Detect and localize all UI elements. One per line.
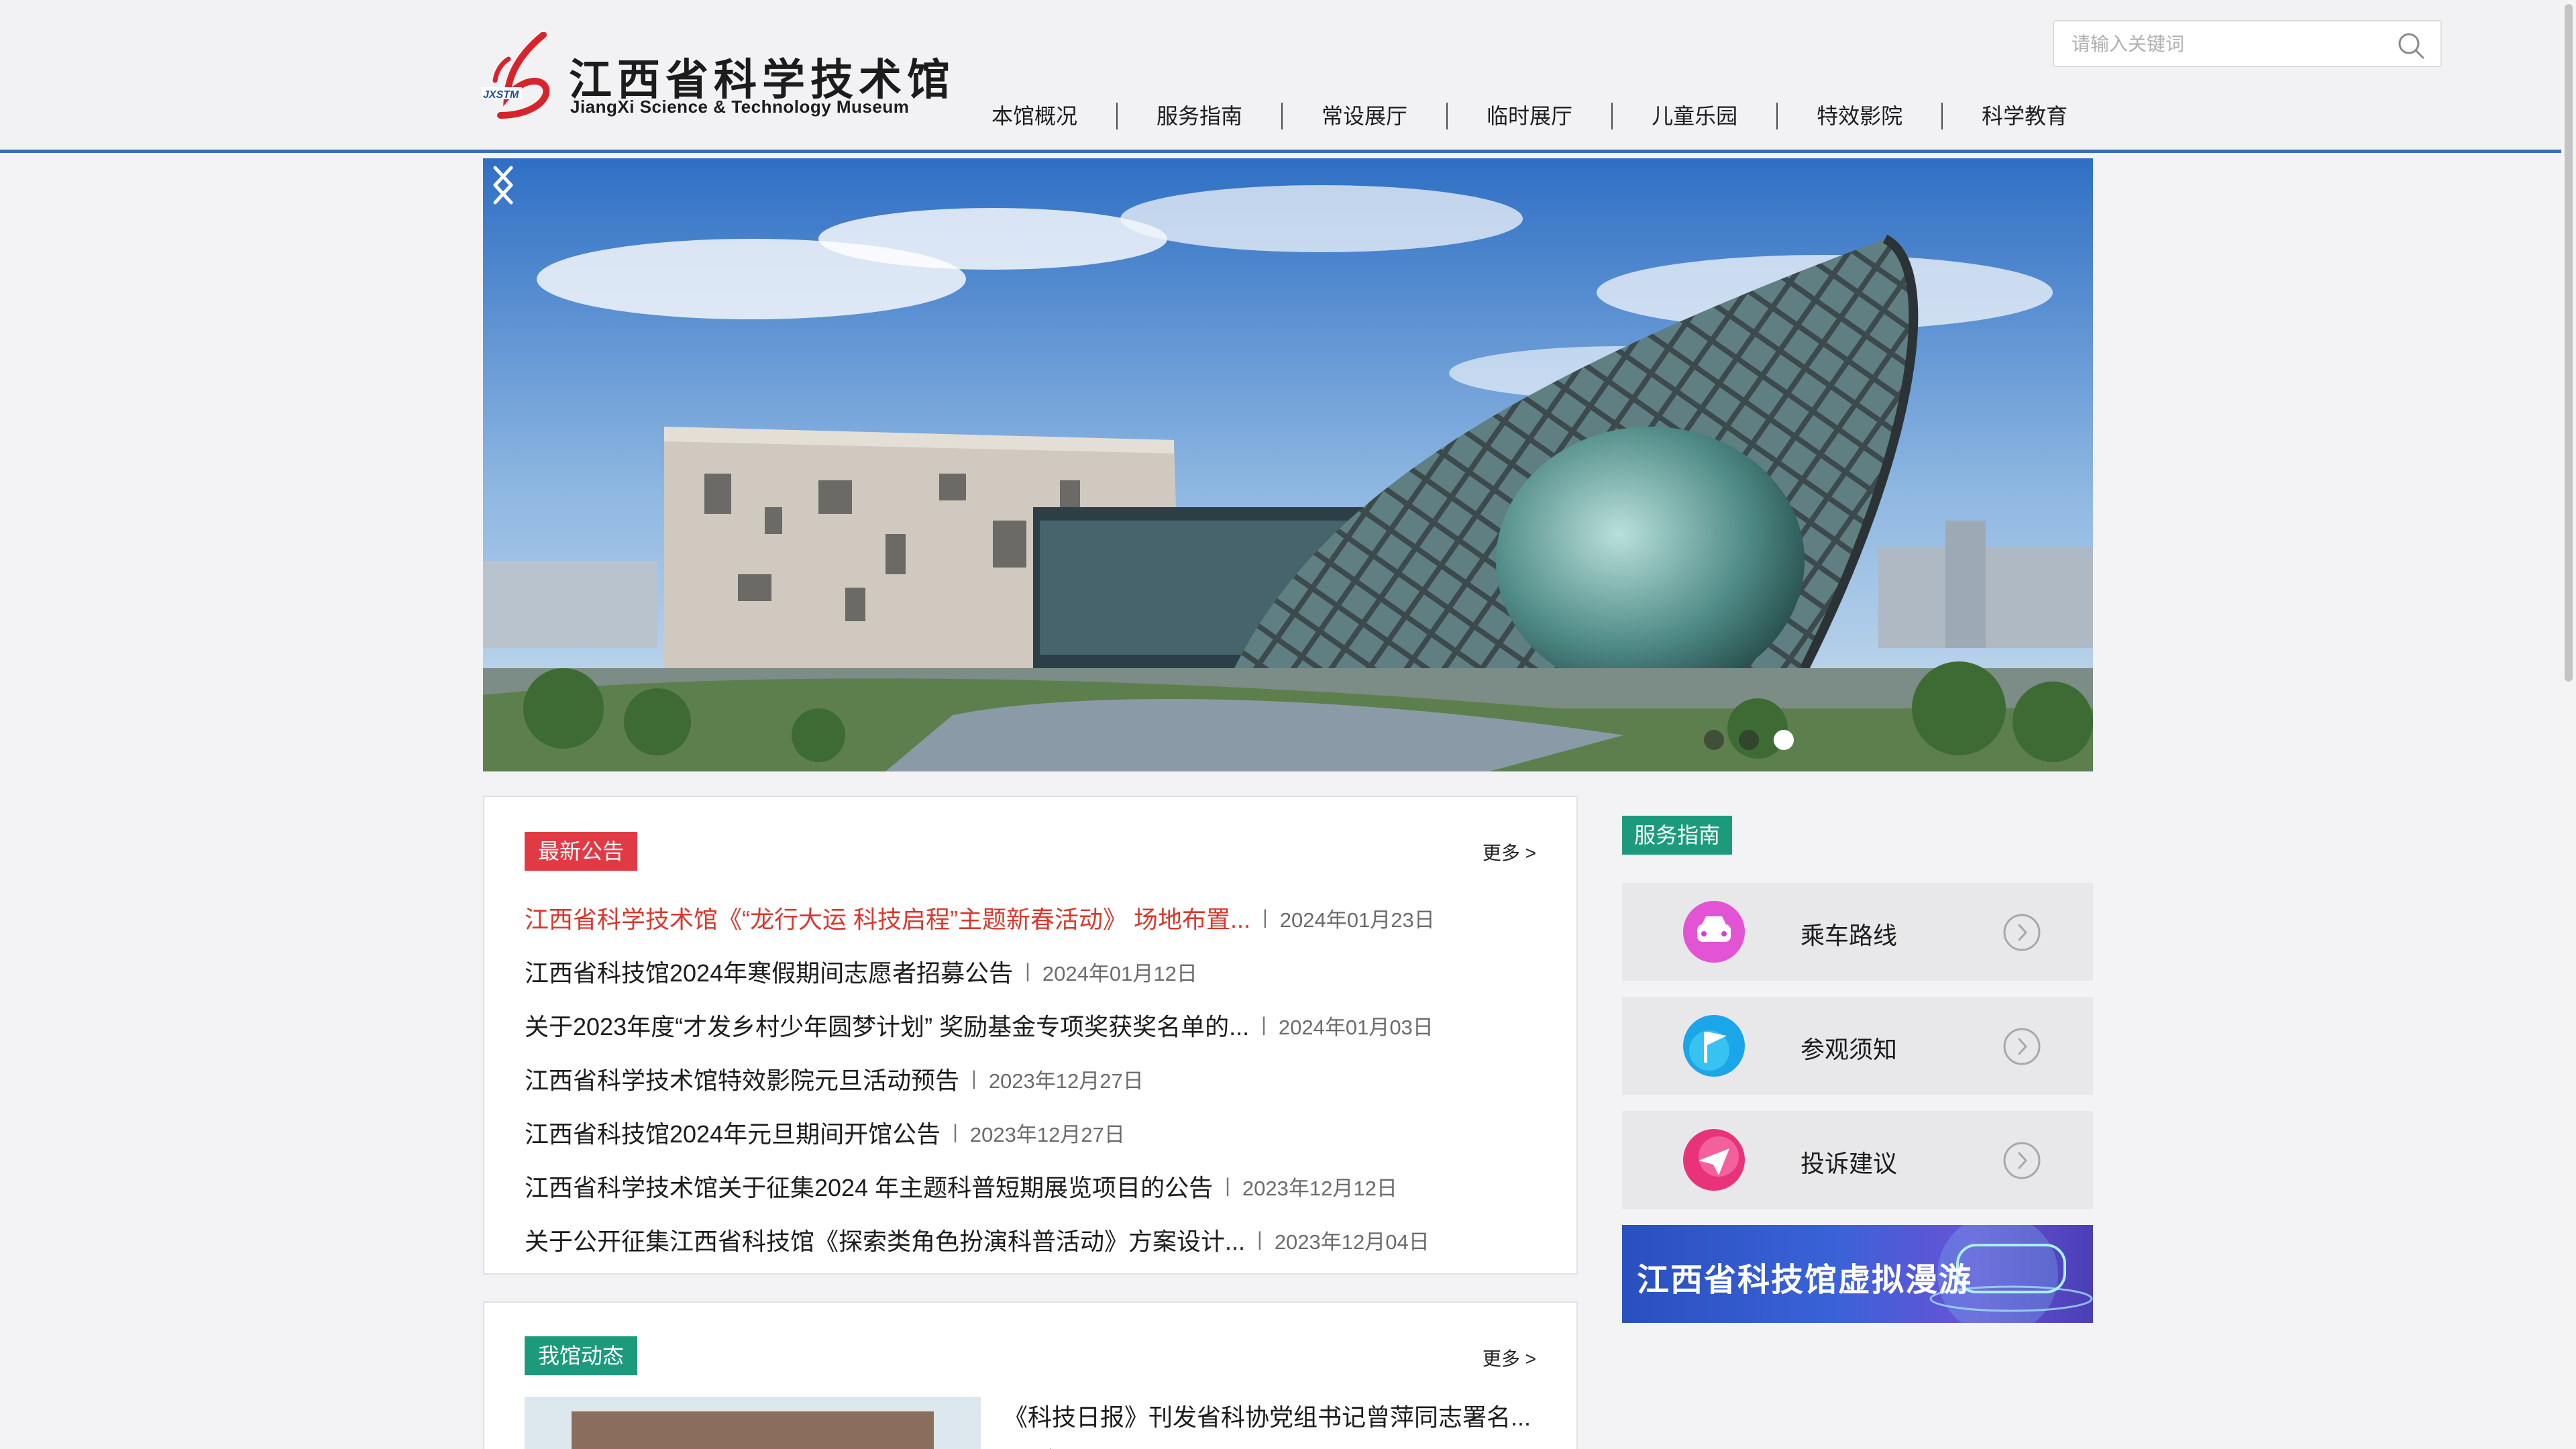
list-item: 关于2023年度“才发乡村少年圆梦计划” 奖励基金专项奖获奖名单的... | 2…	[525, 998, 1544, 1052]
logo-mark-icon: JXSTM	[482, 32, 550, 119]
site-header: JXSTM 江西省科学技术馆 JiangXi Science & Technol…	[0, 0, 2576, 153]
service-card-label: 投诉建议	[1801, 1150, 1898, 1177]
search-icon[interactable]	[2396, 31, 2426, 60]
carousel-dot-1[interactable]	[1704, 730, 1724, 750]
notice-panel: 最新公告 更多 > 江西省科学技术馆《“龙行大运 科技启程”主题新春活动》 场地…	[483, 796, 1578, 1275]
service-card-complaints[interactable]: 投诉建议	[1622, 1111, 2093, 1209]
search-box	[2053, 20, 2442, 67]
notice-title[interactable]: 江西省科学技术馆关于征集2024 年主题科普短期展览项目的公告	[525, 1169, 1213, 1203]
site-name-en: JiangXi Science & Technology Museum	[570, 97, 910, 117]
nav-item-special-cinema[interactable]: 特效影院	[1776, 103, 1941, 129]
service-card-label: 乘车路线	[1801, 922, 1898, 949]
main-nav: 本馆概况 服务指南 常设展厅 临时展厅 儿童乐园 特效影院 科学教育	[953, 101, 2106, 131]
virtual-tour-text: 江西省科技馆虚拟漫游	[1637, 1261, 1973, 1299]
list-item: 江西省科学技术馆《“龙行大运 科技启程”主题新春活动》 场地布置... | 20…	[525, 891, 1544, 945]
list-item: 江西省科技馆2024年寒假期间志愿者招募公告 | 2024年01月12日	[525, 945, 1544, 998]
notice-separator: |	[953, 1121, 958, 1143]
nav-item-service-guide[interactable]: 服务指南	[1116, 103, 1281, 129]
notice-date: 2023年12月12日	[1242, 1176, 1397, 1200]
news-thumbnail[interactable]	[525, 1397, 981, 1449]
notice-title[interactable]: 江西省科学技术馆特效影院元旦活动预告	[525, 1061, 959, 1096]
nav-item-permanent-halls[interactable]: 常设展厅	[1281, 103, 1446, 129]
virtual-tour-banner[interactable]: 江西省科技馆虚拟漫游	[1622, 1225, 2093, 1323]
carousel-dot-2[interactable]	[1739, 730, 1759, 750]
notice-title[interactable]: 江西省科技馆2024年元旦期间开馆公告	[525, 1115, 941, 1150]
notice-date: 2024年01月23日	[1279, 908, 1435, 932]
search-input[interactable]	[2072, 31, 2380, 58]
carousel-next-arrow-icon[interactable]	[483, 158, 523, 212]
news-date: 2023年12月15日	[1000, 1442, 1149, 1449]
service-card-label: 参观须知	[1801, 1036, 1898, 1063]
notice-separator: |	[1225, 1175, 1230, 1197]
notice-separator: |	[1263, 906, 1268, 928]
notice-title[interactable]: 江西省科技馆2024年寒假期间志愿者招募公告	[525, 954, 1013, 989]
flag-icon	[1683, 1015, 1745, 1077]
news-panel: 我馆动态 更多 > 《科技日报》刊发省科协党组书记曾萍同志署名... 2023年…	[483, 1301, 1578, 1449]
news-more-link[interactable]: 更多 >	[1483, 1344, 1536, 1371]
notice-separator: |	[1261, 1014, 1267, 1036]
nav-item-science-education[interactable]: 科学教育	[1941, 103, 2106, 129]
nav-item-temporary-halls[interactable]: 临时展厅	[1446, 103, 1611, 129]
send-icon	[1683, 1129, 1745, 1191]
car-icon	[1683, 901, 1745, 963]
chevron-right-circle-icon	[2003, 1142, 2041, 1179]
news-title[interactable]: 《科技日报》刊发省科协党组书记曾萍同志署名...	[1004, 1398, 1540, 1433]
notice-title[interactable]: 关于公开征集江西省科技馆《探索类角色扮演科普活动》方案设计...	[525, 1222, 1245, 1257]
news-tag: 我馆动态	[525, 1336, 638, 1375]
page-scrollbar[interactable]	[2561, 0, 2576, 1449]
news-thumbnail-photo	[572, 1411, 934, 1449]
list-item: 江西省科学技术馆特效影院元旦活动预告 | 2023年12月27日	[525, 1052, 1544, 1106]
chevron-right-circle-icon	[2003, 1028, 2041, 1065]
site-logo[interactable]: JXSTM 江西省科学技术馆 JiangXi Science & Technol…	[482, 32, 950, 126]
notice-date: 2024年01月12日	[1042, 961, 1197, 985]
notice-separator: |	[1025, 960, 1030, 982]
notice-list: 江西省科学技术馆《“龙行大运 科技启程”主题新春活动》 场地布置... | 20…	[525, 891, 1544, 1267]
notice-tag: 最新公告	[525, 832, 638, 871]
nav-item-kids-park[interactable]: 儿童乐园	[1611, 103, 1776, 129]
hero-carousel[interactable]	[483, 158, 2093, 771]
list-item: 江西省科技馆2024年元旦期间开馆公告 | 2023年12月27日	[525, 1106, 1544, 1159]
list-item: 江西省科学技术馆关于征集2024 年主题科普短期展览项目的公告 | 2023年1…	[525, 1159, 1544, 1213]
service-card-bus-route[interactable]: 乘车路线	[1622, 883, 2093, 981]
service-card-visit-notice[interactable]: 参观须知	[1622, 997, 2093, 1095]
carousel-dot-3[interactable]	[1774, 730, 1794, 750]
carousel-dots	[1704, 730, 1794, 750]
list-item: 关于公开征集江西省科技馆《探索类角色扮演科普活动》方案设计... | 2023年…	[525, 1213, 1544, 1267]
service-guide-tag: 服务指南	[1622, 816, 1733, 855]
logo-badge: JXSTM	[483, 89, 519, 101]
museum-building-image	[483, 158, 2093, 771]
notice-title[interactable]: 关于2023年度“才发乡村少年圆梦计划” 奖励基金专项奖获奖名单的...	[525, 1008, 1249, 1042]
notice-more-link[interactable]: 更多 >	[1483, 839, 1536, 865]
notice-date: 2024年01月03日	[1278, 1015, 1434, 1039]
chevron-right-circle-icon	[2003, 914, 2041, 951]
nav-item-overview[interactable]: 本馆概况	[953, 103, 1116, 129]
notice-date: 2023年12月27日	[969, 1122, 1125, 1146]
notice-date: 2023年12月27日	[988, 1069, 1144, 1093]
notice-title[interactable]: 江西省科学技术馆《“龙行大运 科技启程”主题新春活动》 场地布置...	[525, 900, 1250, 935]
notice-date: 2023年12月04日	[1274, 1230, 1430, 1254]
notice-separator: |	[1257, 1228, 1263, 1250]
notice-separator: |	[971, 1067, 977, 1089]
scrollbar-thumb[interactable]	[2565, 4, 2573, 682]
